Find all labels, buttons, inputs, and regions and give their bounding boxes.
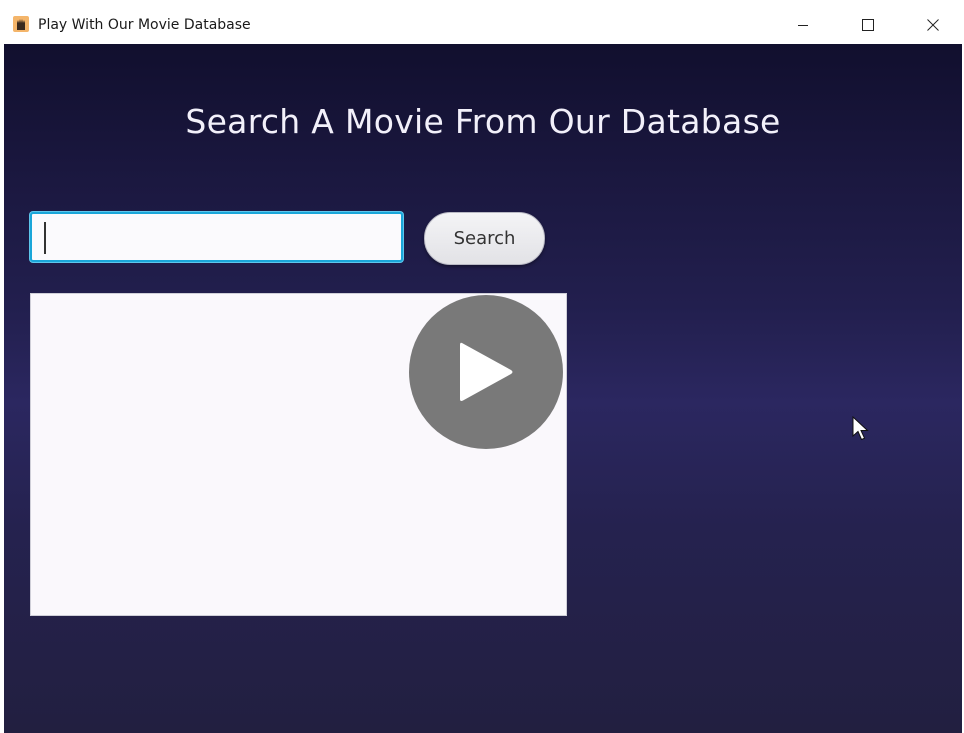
maximize-button[interactable] [845, 6, 891, 44]
app-window: Play With Our Movie Database Search A Mo… [4, 6, 962, 733]
search-button[interactable]: Search [424, 212, 545, 265]
minimize-button[interactable] [780, 6, 826, 44]
title-bar[interactable]: Play With Our Movie Database [4, 6, 962, 44]
close-button[interactable] [910, 6, 956, 44]
close-icon [927, 19, 939, 31]
main-content: Search A Movie From Our Database Search [4, 44, 962, 733]
minimize-icon [798, 25, 808, 26]
mouse-cursor-icon [852, 416, 869, 441]
video-play-button[interactable] [409, 295, 563, 449]
play-icon [460, 342, 513, 401]
maximize-icon [862, 19, 874, 31]
window-title: Play With Our Movie Database [38, 17, 251, 33]
app-icon [13, 16, 29, 32]
page-title: Search A Movie From Our Database [185, 102, 781, 141]
search-input[interactable] [30, 212, 403, 262]
text-caret [44, 222, 46, 254]
